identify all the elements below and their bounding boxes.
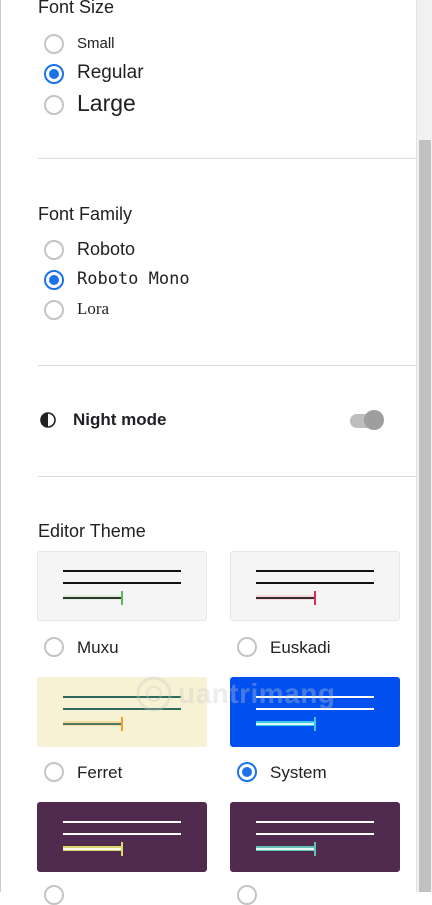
- preview-line: [63, 723, 121, 725]
- preview-line: [256, 821, 374, 823]
- preview-cursor: [314, 591, 316, 605]
- font-size-large-label: Large: [77, 90, 136, 116]
- theme-euskadi-label: Euskadi: [270, 638, 331, 657]
- window-border: [0, 0, 1, 892]
- font-size-small-label: Small: [77, 35, 115, 52]
- theme-preview-dark-1[interactable]: [37, 802, 207, 872]
- font-size-regular-label: Regular: [77, 62, 144, 83]
- half-circle-contrast-icon: [40, 412, 56, 428]
- preview-line: [256, 597, 314, 599]
- radio-lora[interactable]: [44, 300, 64, 320]
- preview-line: [63, 582, 181, 584]
- radio-large[interactable]: [44, 95, 64, 115]
- theme-muxu-label: Muxu: [77, 638, 119, 657]
- editor-theme-title: Editor Theme: [38, 521, 146, 541]
- preview-line: [256, 723, 314, 725]
- theme-preview-euskadi[interactable]: [230, 551, 400, 621]
- font-family-roboto-label: Roboto: [77, 239, 136, 259]
- preview-line: [63, 570, 181, 572]
- theme-ferret-label: Ferret: [77, 763, 123, 782]
- preview-line: [256, 708, 374, 710]
- preview-cursor: [121, 842, 123, 856]
- radio-regular[interactable]: [44, 64, 64, 84]
- preview-line: [256, 696, 374, 698]
- preview-line: [256, 570, 374, 572]
- preview-line: [63, 821, 181, 823]
- preview-line: [63, 708, 181, 710]
- radio-theme-ferret[interactable]: [44, 762, 64, 782]
- night-mode-label: Night mode: [73, 410, 167, 429]
- scrollbar[interactable]: [416, 0, 432, 892]
- theme-system-label: System: [270, 763, 327, 782]
- preview-line: [63, 597, 121, 599]
- font-size-title: Font Size: [38, 0, 115, 17]
- preview-cursor: [121, 591, 123, 605]
- night-mode-toggle[interactable]: [348, 410, 384, 430]
- preview-line: [256, 833, 374, 835]
- radio-theme-euskadi[interactable]: [237, 637, 257, 657]
- radio-roboto-mono[interactable]: [44, 270, 64, 290]
- radio-roboto[interactable]: [44, 240, 64, 260]
- theme-preview-muxu[interactable]: [37, 551, 207, 621]
- theme-preview-dark-2[interactable]: [230, 802, 400, 872]
- font-family-lora-label: Lora: [77, 299, 110, 318]
- radio-theme-muxu[interactable]: [44, 637, 64, 657]
- divider: [38, 365, 416, 366]
- radio-theme-dark-2[interactable]: [237, 885, 257, 905]
- divider: [38, 476, 416, 477]
- preview-line: [63, 696, 181, 698]
- radio-theme-dark-1[interactable]: [44, 885, 64, 905]
- preview-line: [63, 833, 181, 835]
- preview-line: [256, 582, 374, 584]
- preview-line: [256, 848, 314, 850]
- preview-cursor: [314, 842, 316, 856]
- scrollbar-thumb[interactable]: [419, 140, 431, 892]
- preview-cursor: [314, 717, 316, 731]
- divider: [38, 158, 416, 159]
- font-family-title: Font Family: [38, 204, 133, 224]
- toggle-knob: [364, 410, 384, 430]
- preview-cursor: [121, 717, 123, 731]
- radio-theme-system[interactable]: [237, 762, 257, 782]
- radio-small[interactable]: [44, 34, 64, 54]
- preview-line: [63, 848, 121, 850]
- theme-preview-system[interactable]: [230, 677, 400, 747]
- font-family-roboto-mono-label: Roboto Mono: [77, 269, 190, 289]
- theme-preview-ferret[interactable]: [37, 677, 207, 747]
